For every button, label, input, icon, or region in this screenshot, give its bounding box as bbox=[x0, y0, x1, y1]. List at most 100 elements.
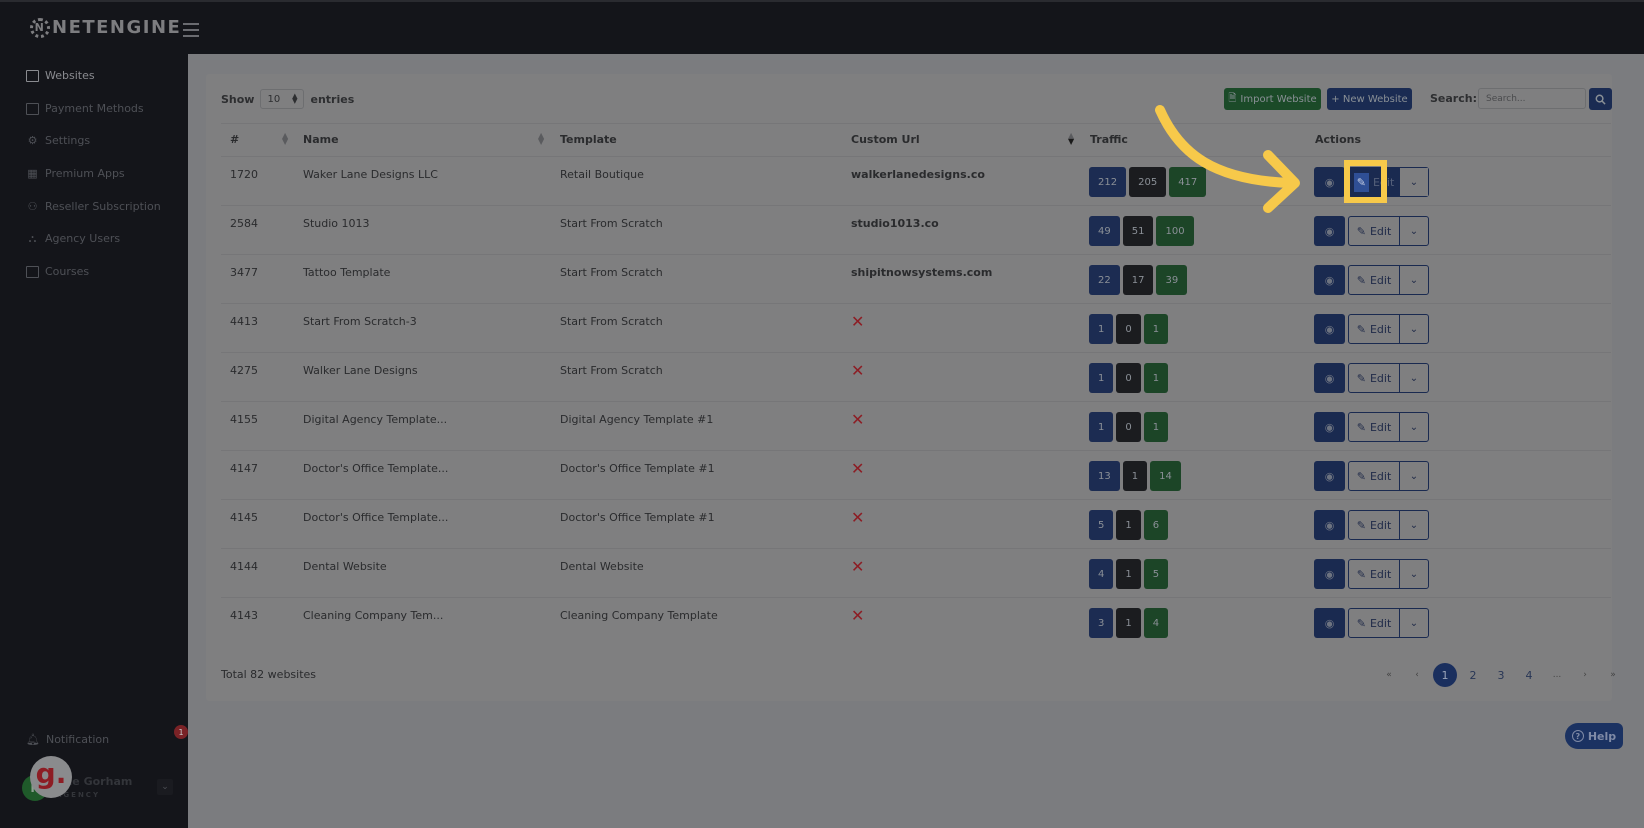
brand-logo[interactable]: N NETENGINE bbox=[30, 17, 181, 38]
edit-button[interactable]: ✎ Edit bbox=[1349, 609, 1400, 637]
sidebar-item-label: Settings bbox=[45, 134, 91, 147]
edit-button[interactable]: ✎ Edit bbox=[1349, 511, 1400, 539]
cell-id: 3477 bbox=[230, 266, 258, 279]
page-1-button[interactable]: 1 bbox=[1433, 663, 1457, 687]
page-2-button[interactable]: 2 bbox=[1461, 663, 1485, 687]
users-icon: ⛬ bbox=[28, 231, 37, 245]
table-row: 2584 Studio 1013 Start From Scratch studio1… bbox=[221, 206, 1611, 255]
eye-icon: ◉ bbox=[1324, 224, 1335, 238]
view-button[interactable]: ◉ bbox=[1314, 608, 1345, 638]
sidebar-item-agency-users[interactable]: ⛬ Agency Users bbox=[26, 231, 120, 246]
table-row: 4155 Digital Agency Template... Digital Ag… bbox=[221, 402, 1611, 451]
view-button[interactable]: ◉ bbox=[1314, 265, 1345, 295]
sidebar-item-settings[interactable]: ⚙ Settings bbox=[26, 134, 91, 147]
page-4-button[interactable]: 4 bbox=[1517, 663, 1541, 687]
cell-custom-url[interactable]: walkerlanedesigns.co bbox=[851, 168, 985, 181]
last-page-button[interactable]: » bbox=[1601, 663, 1625, 687]
eye-icon: ◉ bbox=[1324, 322, 1335, 336]
col-header-name[interactable]: Name bbox=[303, 133, 339, 146]
more-actions-dropdown[interactable]: ⌄ bbox=[1400, 413, 1428, 441]
first-page-button[interactable]: « bbox=[1377, 663, 1401, 687]
cell-custom-url[interactable]: studio1013.co bbox=[851, 217, 939, 230]
edit-button[interactable]: ✎ Edit bbox=[1349, 217, 1400, 245]
col-header-custom-url[interactable]: Custom Url bbox=[851, 133, 920, 146]
more-actions-dropdown[interactable]: ⌄ bbox=[1400, 266, 1428, 294]
more-actions-dropdown[interactable]: ⌄ bbox=[1400, 462, 1428, 490]
sidebar-item-label: Websites bbox=[45, 69, 95, 82]
help-button[interactable]: ? Help bbox=[1565, 723, 1623, 749]
col-header-actions: Actions bbox=[1315, 133, 1361, 146]
table-row: 1720 Waker Lane Designs LLC Retail Boutiqu… bbox=[221, 157, 1611, 206]
table-row: 4143 Cleaning Company Tem... Cleaning Comp… bbox=[221, 598, 1611, 647]
more-actions-dropdown[interactable]: ⌄ bbox=[1400, 364, 1428, 392]
more-actions-dropdown[interactable]: ⌄ bbox=[1400, 511, 1428, 539]
chevron-down-icon: ⌄ bbox=[1409, 176, 1419, 188]
col-header-template[interactable]: Template bbox=[560, 133, 617, 146]
more-actions-dropdown[interactable]: ⌄ bbox=[1400, 315, 1428, 343]
view-button[interactable]: ◉ bbox=[1314, 412, 1345, 442]
edit-button[interactable]: ✎ Edit bbox=[1349, 462, 1400, 490]
cell-id: 4413 bbox=[230, 315, 258, 328]
traffic-unique-badge: 17 bbox=[1122, 265, 1154, 295]
sort-icon[interactable]: ▲ ▼ bbox=[282, 132, 288, 146]
col-header-id[interactable]: # bbox=[230, 133, 239, 146]
search-button[interactable] bbox=[1589, 88, 1612, 110]
page-3-button[interactable]: 3 bbox=[1489, 663, 1513, 687]
cell-template: Digital Agency Template #1 bbox=[560, 413, 714, 426]
sidebar-item-reseller-subscription[interactable]: ⚇ Reseller Subscription bbox=[26, 200, 161, 213]
edit-icon: ✎ bbox=[1356, 224, 1366, 238]
view-button[interactable]: ◉ bbox=[1314, 559, 1345, 589]
sidebar-item-websites[interactable]: Websites bbox=[26, 69, 95, 82]
cell-template: Start From Scratch bbox=[560, 364, 663, 377]
cell-id: 4155 bbox=[230, 413, 258, 426]
sidebar-item-payment-methods[interactable]: Payment Methods bbox=[26, 102, 144, 115]
sidebar-item-label: Payment Methods bbox=[45, 102, 144, 115]
cell-template: Start From Scratch bbox=[560, 315, 663, 328]
edit-button[interactable]: ✎ Edit bbox=[1349, 364, 1400, 392]
more-actions-dropdown[interactable]: ⌄ bbox=[1400, 217, 1428, 245]
import-website-button[interactable]: 🗎 Import Website bbox=[1224, 88, 1321, 110]
more-actions-dropdown[interactable]: ⌄ bbox=[1400, 560, 1428, 588]
more-actions-dropdown[interactable]: ⌄ bbox=[1400, 168, 1428, 196]
view-button[interactable]: ◉ bbox=[1314, 314, 1345, 344]
view-button[interactable]: ◉ bbox=[1314, 216, 1345, 246]
traffic-unique-badge: 1 bbox=[1122, 461, 1148, 491]
view-button[interactable]: ◉ bbox=[1314, 461, 1345, 491]
traffic-badges: 314 bbox=[1089, 608, 1169, 638]
edit-button[interactable]: ✎ Edit bbox=[1349, 413, 1400, 441]
row-actions: ◉ ✎ Edit ⌄ bbox=[1314, 314, 1429, 344]
view-button[interactable]: ◉ bbox=[1314, 363, 1345, 393]
sidebar-item-premium-apps[interactable]: ▦ Premium Apps bbox=[26, 167, 124, 180]
traffic-total-badge: 4 bbox=[1143, 608, 1169, 638]
view-button[interactable]: ◉ bbox=[1314, 167, 1345, 197]
traffic-visits-badge: 22 bbox=[1089, 265, 1120, 295]
sidebar-item-notification[interactable]: 🔔︎ Notification bbox=[26, 733, 109, 746]
question-icon: ? bbox=[1571, 730, 1584, 742]
edit-button[interactable]: ✎ Edit bbox=[1349, 560, 1400, 588]
traffic-total-badge: 39 bbox=[1156, 265, 1188, 295]
prev-page-button[interactable]: ‹ bbox=[1405, 663, 1429, 687]
row-actions: ◉ ✎ Edit ⌄ bbox=[1314, 363, 1429, 393]
cell-custom-url[interactable]: shipitnowsystems.com bbox=[851, 266, 992, 279]
search-input[interactable] bbox=[1478, 88, 1586, 109]
edit-button[interactable]: ✎ Edit bbox=[1349, 315, 1400, 343]
new-website-button[interactable]: + New Website bbox=[1327, 88, 1412, 110]
menu-toggle-icon[interactable] bbox=[183, 23, 199, 37]
cell-name: Doctor's Office Template... bbox=[303, 511, 449, 524]
chevron-down-icon[interactable]: ⌄ bbox=[157, 779, 173, 795]
sidebar-item-courses[interactable]: Courses bbox=[26, 265, 89, 278]
browser-window-icon bbox=[26, 69, 39, 82]
next-page-button[interactable]: › bbox=[1573, 663, 1597, 687]
traffic-visits-badge: 1 bbox=[1089, 412, 1114, 442]
edit-button[interactable]: ✎ Edit bbox=[1349, 266, 1400, 294]
entries-label: entries bbox=[310, 92, 355, 106]
sort-icon[interactable]: ▲ ▼ bbox=[538, 132, 544, 146]
view-button[interactable]: ◉ bbox=[1314, 510, 1345, 540]
entries-select[interactable]: 10 ▲ ▼ bbox=[260, 89, 305, 109]
traffic-unique-badge: 0 bbox=[1116, 412, 1141, 442]
more-actions-dropdown[interactable]: ⌄ bbox=[1400, 609, 1428, 637]
watermark-logo-icon: g. bbox=[30, 756, 72, 798]
sort-desc-icon[interactable]: ▲ ▼ bbox=[1068, 132, 1074, 146]
apps-icon: ▦ bbox=[27, 167, 38, 180]
edit-button-group: ✎ Edit ⌄ bbox=[1348, 559, 1429, 589]
